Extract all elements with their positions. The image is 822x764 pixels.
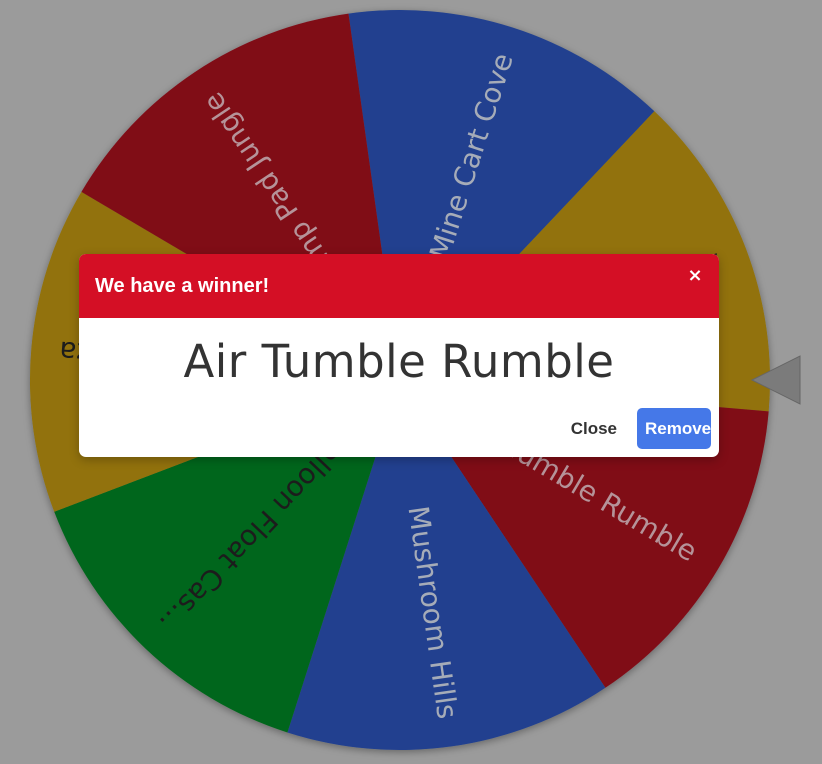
winner-name: Air Tumble Rumble (183, 335, 615, 388)
winner-dialog: We have a winner! × Air Tumble Rumble Cl… (79, 254, 719, 457)
close-icon[interactable]: × (687, 267, 703, 285)
remove-button[interactable]: Remove (637, 408, 711, 449)
close-button[interactable]: Close (559, 410, 629, 448)
dialog-header: We have a winner! × (79, 254, 719, 318)
dialog-title: We have a winner! (95, 274, 270, 297)
dialog-footer: Close Remove (559, 408, 711, 449)
